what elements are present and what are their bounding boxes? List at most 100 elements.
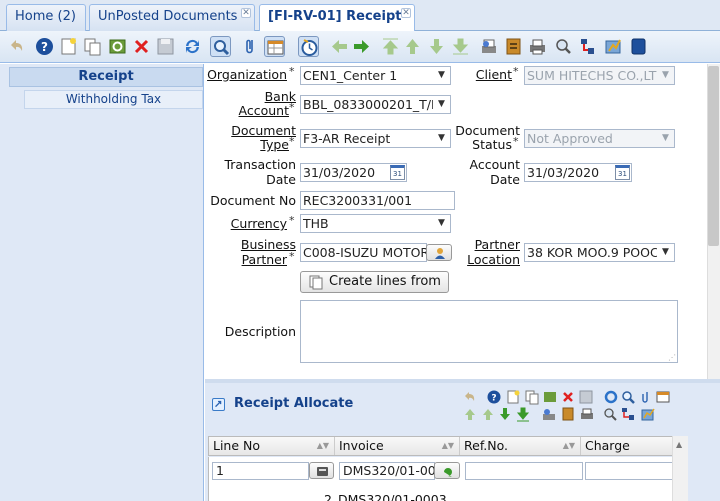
close-icon[interactable]: ✕ (241, 8, 251, 18)
zoom-across-icon[interactable] (553, 36, 574, 57)
create-lines-from-button[interactable]: Create lines from (300, 271, 449, 293)
new-record-icon[interactable] (505, 389, 521, 405)
product-info-icon[interactable] (628, 36, 649, 57)
close-icon[interactable]: ✕ (401, 8, 411, 18)
zoom-across-icon[interactable] (602, 406, 618, 422)
refresh-icon[interactable] (182, 36, 203, 57)
business-partner-label-2[interactable]: Partner (205, 253, 287, 267)
document-status-select[interactable]: Not Approved ▼ (524, 129, 675, 148)
refresh-record-icon[interactable] (107, 36, 128, 57)
bank-account-label-1[interactable]: Bank (205, 90, 296, 104)
workflow-icon[interactable] (577, 36, 598, 57)
workflow-icon[interactable] (620, 406, 636, 422)
description-textarea[interactable]: ⋰ (300, 300, 678, 363)
print-icon[interactable] (527, 36, 548, 57)
delete-icon[interactable] (131, 36, 152, 57)
archive-icon[interactable] (503, 36, 524, 57)
currency-label[interactable]: Currency (205, 217, 287, 231)
calculator-button[interactable] (309, 462, 334, 479)
transaction-date-input[interactable]: 31/03/2020 31 (300, 163, 407, 182)
document-type-label-2[interactable]: Type (205, 138, 289, 152)
print-icon[interactable] (579, 406, 595, 422)
attachment-icon[interactable] (639, 389, 651, 405)
child-record-icon[interactable] (515, 406, 531, 422)
grid-toggle-icon[interactable] (264, 36, 285, 57)
document-type-select[interactable]: F3-AR Receipt ▼ (300, 129, 451, 148)
client-label[interactable]: Client (460, 68, 512, 82)
copy-record-icon[interactable] (524, 389, 540, 405)
organization-select[interactable]: CEN1_Center 1 ▼ (300, 66, 451, 85)
report-icon[interactable] (541, 406, 557, 422)
client-select[interactable]: SUM HITECHS CO.,LTD ▼ (524, 66, 675, 85)
partner-location-label-2[interactable]: Location (440, 253, 520, 267)
resize-handle-icon[interactable]: ⋰ (668, 354, 676, 362)
bank-account-label-2[interactable]: Account (205, 104, 289, 118)
help-icon[interactable]: ? (486, 389, 502, 405)
copy-record-icon[interactable] (82, 36, 103, 57)
request-icon[interactable] (603, 36, 624, 57)
tab-unposted-documents[interactable]: UnPosted Documents ✕ (89, 4, 255, 31)
refresh-icon[interactable] (603, 389, 619, 405)
tab-receipt[interactable]: [FI-RV-01] Receipt ✕ (259, 4, 415, 32)
document-no-input[interactable]: REC3200331/001 (300, 191, 455, 210)
archive-icon[interactable] (560, 406, 576, 422)
partner-location-select[interactable]: 38 KOR MOO.9 POOC ▼ (524, 243, 675, 262)
request-icon[interactable] (640, 406, 656, 422)
save-icon[interactable] (578, 389, 594, 405)
grid-toggle-icon[interactable] (655, 389, 671, 405)
child-record-icon[interactable] (450, 36, 471, 57)
attachment-icon[interactable] (240, 36, 261, 57)
history-icon[interactable] (298, 36, 319, 57)
scroll-up-icon[interactable]: ▲ (676, 440, 682, 449)
bank-account-select[interactable]: BBL_0833000201_T/I ▼ (300, 95, 451, 114)
report-icon[interactable] (478, 36, 499, 57)
sort-icon[interactable]: ▲▼ (563, 437, 575, 455)
up-icon[interactable] (402, 36, 423, 57)
refresh-record-icon[interactable] (542, 389, 558, 405)
column-header-line-no[interactable]: Line No ▲▼ (209, 437, 335, 455)
save-icon[interactable] (155, 36, 176, 57)
column-header-invoice[interactable]: Invoice ▲▼ (335, 437, 460, 455)
new-record-icon[interactable] (58, 36, 79, 57)
ref-no-input[interactable] (465, 462, 583, 480)
up-icon[interactable] (480, 406, 496, 422)
invoice-search-button[interactable] (434, 462, 460, 479)
document-type-label-1[interactable]: Document (205, 124, 296, 138)
next-record-icon[interactable] (351, 36, 372, 57)
grid-scrollbar[interactable]: ▲ (672, 436, 688, 501)
organization-label[interactable]: Organization (205, 68, 287, 82)
undo-icon[interactable] (462, 389, 478, 405)
previous-record-icon[interactable] (329, 36, 350, 57)
find-icon[interactable] (210, 36, 231, 57)
business-partner-label-1[interactable]: Business (205, 238, 296, 252)
invoice-input[interactable]: DMS320/01-00 (339, 462, 435, 480)
find-icon[interactable] (620, 389, 636, 405)
business-partner-input[interactable]: C008-ISUZU MOTOR (300, 243, 427, 262)
calendar-icon[interactable]: 31 (615, 165, 630, 180)
parent-record-icon[interactable] (380, 36, 401, 57)
help-icon[interactable]: ? (34, 36, 55, 57)
parent-record-icon[interactable] (462, 406, 478, 422)
sidebar-item-receipt[interactable]: Receipt (9, 67, 203, 87)
sidebar-item-withholding-tax[interactable]: Withholding Tax (24, 90, 203, 109)
down-icon[interactable] (497, 406, 513, 422)
sort-icon[interactable]: ▲▼ (442, 437, 454, 455)
delete-icon[interactable] (560, 389, 576, 405)
partner-location-label-1[interactable]: Partner (440, 238, 520, 252)
expand-icon[interactable] (212, 398, 225, 411)
currency-select[interactable]: THB ▼ (300, 214, 451, 233)
dropdown-arrow-icon[interactable]: ▼ (433, 96, 450, 113)
column-header-ref-no[interactable]: Ref.No. ▲▼ (460, 437, 581, 455)
down-icon[interactable] (426, 36, 447, 57)
calendar-icon[interactable]: 31 (390, 165, 405, 180)
dropdown-arrow-icon[interactable]: ▼ (433, 215, 450, 232)
form-scrollbar-thumb[interactable] (708, 66, 719, 246)
line-no-input[interactable]: 1 (212, 462, 309, 480)
dropdown-arrow-icon[interactable]: ▼ (433, 67, 450, 84)
charge-input[interactable] (585, 462, 673, 480)
tab-home[interactable]: Home (2) (6, 4, 86, 31)
account-date-input[interactable]: 31/03/2020 31 (524, 163, 632, 182)
dropdown-arrow-icon[interactable]: ▼ (657, 244, 674, 261)
undo-icon[interactable] (6, 36, 27, 57)
sort-icon[interactable]: ▲▼ (317, 437, 329, 455)
